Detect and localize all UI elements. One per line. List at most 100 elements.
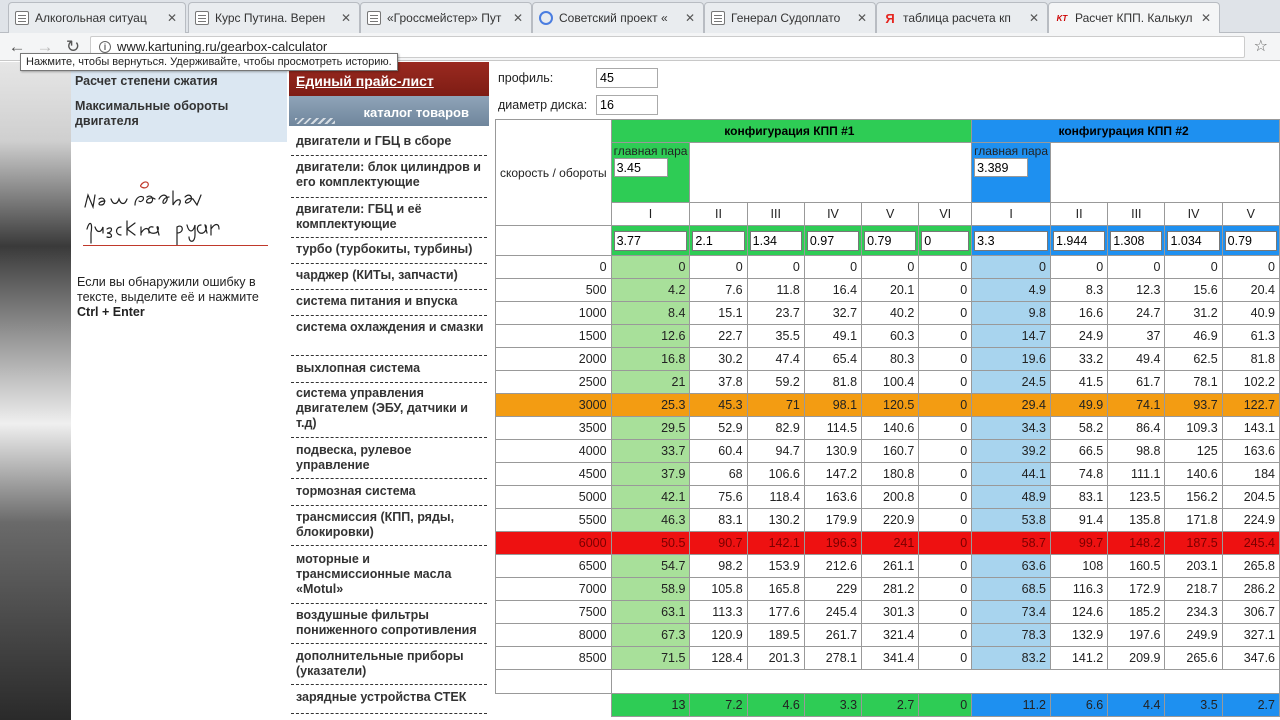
catalog-item[interactable]: тормозная система (291, 484, 487, 506)
config2-speed-cell: 203.1 (1164, 554, 1223, 578)
config1-gear-ratio-input[interactable] (692, 230, 745, 251)
browser-tab[interactable]: Советский проект « ✕ (532, 2, 704, 33)
config1-speed-cell: 22.7 (689, 324, 748, 348)
config1-speed-cell: 281.2 (861, 577, 920, 601)
browser-tab[interactable]: «Гроссмейстер» Пут ✕ (360, 2, 532, 33)
config2-speed-cell: 171.8 (1164, 508, 1223, 532)
config2-speed-cell: 73.4 (971, 600, 1051, 624)
menu-item-compression[interactable]: Расчет степени сжатия (75, 74, 283, 89)
disk-diameter-input[interactable] (596, 95, 658, 115)
background-photo (0, 62, 71, 720)
config1-speed-cell: 0 (918, 577, 973, 601)
catalog-item[interactable]: чарджер (КИТы, запчасти) (291, 268, 487, 290)
catalog-item[interactable]: система питания и впуска (291, 294, 487, 316)
close-tab-icon[interactable]: ✕ (683, 11, 697, 25)
close-tab-icon[interactable]: ✕ (339, 11, 353, 25)
config2-speed-cell: 172.9 (1107, 577, 1166, 601)
config2-speed-cell: 24.7 (1107, 301, 1166, 325)
config2-gear-ratio-input[interactable] (974, 230, 1048, 251)
catalog-item[interactable]: воздушные фильтры пониженного сопротивле… (291, 608, 487, 644)
catalog-item[interactable]: дополнительные приборы (указатели) (291, 649, 487, 685)
config2-speed-cell: 141.2 (1049, 646, 1109, 670)
config1-speed-cell: 0 (918, 324, 973, 348)
browser-tab[interactable]: Курс Путина. Верен ✕ (188, 2, 360, 33)
catalog-item[interactable]: выхлопная система (291, 361, 487, 383)
config1-speed-cell: 341.4 (861, 646, 920, 670)
catalog-item[interactable]: двигатели и ГБЦ в сборе (291, 134, 487, 156)
config2-speed-cell: 12.3 (1107, 278, 1166, 302)
config1-speed-cell: 50.5 (610, 531, 691, 555)
doc-icon (15, 11, 29, 25)
config1-gear-ratio-input[interactable] (806, 230, 860, 251)
speed-row: 1000 8.4 15.1 23.7 32.7 40.2 0 9.8 16.6 24.7 31.2 4… (495, 301, 1280, 325)
config1-speed-cell: 241 (861, 531, 920, 555)
config2-speed-cell: 19.6 (971, 347, 1051, 371)
config2-gear-ratio-input[interactable] (1110, 230, 1163, 251)
config2-main-pair-input[interactable] (974, 158, 1029, 177)
close-tab-icon[interactable]: ✕ (1027, 11, 1041, 25)
config1-speed-cell: 177.6 (746, 600, 805, 624)
speed-row: 000000000000 (495, 255, 1280, 279)
config1-speed-cell: 0 (746, 255, 805, 279)
catalog-item[interactable]: подвеска, рулевое управление (291, 443, 487, 479)
catalog-item[interactable]: система охлаждения и смазки (291, 320, 487, 356)
config1-main-pair: главная пара (610, 142, 691, 203)
catalog-item[interactable]: двигатели: ГБЦ и её комплектующие (291, 202, 487, 238)
config2-speed-cell: 93.7 (1164, 393, 1223, 417)
doc-icon (367, 11, 381, 25)
main-pair-label: главная пара (974, 144, 1048, 158)
catalog-item[interactable]: зарядные устройства СТЕК (291, 690, 487, 714)
config1-speed-cell: 220.9 (861, 508, 920, 532)
config2-gear-ratio-input[interactable] (1224, 230, 1277, 251)
config1-speed-cell: 0 (689, 255, 748, 279)
browser-tab[interactable]: Алкогольная ситуац ✕ (8, 2, 186, 33)
menu-item-max-rpm[interactable]: Максимальные обороты двигателя (75, 99, 283, 129)
config1-gear-ratio-input[interactable] (921, 230, 970, 251)
config2-speed-cell: 58.7 (971, 531, 1051, 555)
browser-tab[interactable]: Ятаблица расчета кп ✕ (876, 2, 1048, 33)
rpm-cell: 500 (495, 278, 612, 302)
config1-speed-cell: 0 (918, 255, 973, 279)
close-tab-icon[interactable]: ✕ (165, 11, 179, 25)
config1-speed-cell: 33.7 (610, 439, 691, 463)
catalog-item[interactable]: турбо (турбокиты, турбины) (291, 242, 487, 264)
config2-ratio-cell (1164, 225, 1223, 256)
profile-input[interactable] (596, 68, 658, 88)
config1-main-pair-input[interactable] (613, 158, 668, 177)
catalog-item[interactable]: моторные и трансмиссионные масла «Motul» (291, 552, 487, 604)
bookmark-star-icon[interactable]: ☆ (1254, 36, 1268, 56)
close-tab-icon[interactable]: ✕ (511, 11, 525, 25)
rpm-cell: 2500 (495, 370, 612, 394)
catalog-item[interactable]: двигатели: блок цилиндров и его комплект… (291, 160, 487, 198)
browser-tab[interactable]: KT Расчет КПП. Калькул ✕ (1048, 2, 1220, 33)
config1-speed-cell: 60.3 (861, 324, 920, 348)
config1-speed-cell: 98.1 (803, 393, 863, 417)
config1-gear-name: V (861, 202, 920, 226)
config2-speed-cell: 347.6 (1221, 646, 1280, 670)
config1-speed-cell: 23.7 (746, 301, 805, 325)
info-icon[interactable]: i (99, 41, 111, 53)
config1-gear-name: IV (803, 202, 863, 226)
config2-speed-cell: 37 (1107, 324, 1166, 348)
config2-gear-ratio-input[interactable] (1053, 230, 1106, 251)
speed-row: 1500 12.6 22.7 35.5 49.1 60.3 0 14.7 24.9 37 46.9 6… (495, 324, 1280, 348)
tab-title: Алкогольная ситуац (35, 11, 147, 25)
config2-gear-ratio-input[interactable] (1167, 230, 1220, 251)
config1-gear-ratio-input[interactable] (749, 230, 802, 251)
config2-speed-cell: 111.1 (1107, 462, 1166, 486)
config1-gear-ratio-input[interactable] (864, 230, 917, 251)
close-tab-icon[interactable]: ✕ (1199, 11, 1213, 25)
browser-tab[interactable]: Генерал Судоплато ✕ (704, 2, 876, 33)
catalog-item[interactable]: система управления двигателем (ЭБУ, датч… (291, 386, 487, 438)
config1-speed-cell: 0 (918, 278, 973, 302)
close-tab-icon[interactable]: ✕ (855, 11, 869, 25)
config2-speed-cell: 108 (1049, 554, 1109, 578)
catalog-item[interactable]: трансмиссия (КПП, ряды, блокировки) (291, 510, 487, 546)
config2-speed-cell: 102.2 (1221, 370, 1280, 394)
config2-speed-cell: 224.9 (1221, 508, 1280, 532)
config1-ratio-cell (918, 225, 973, 256)
config1-speed-cell: 212.6 (803, 554, 863, 578)
config2-speed-cell: 78.1 (1164, 370, 1223, 394)
config2-speed-cell: 327.1 (1221, 623, 1280, 647)
config1-gear-ratio-input[interactable] (613, 230, 688, 251)
